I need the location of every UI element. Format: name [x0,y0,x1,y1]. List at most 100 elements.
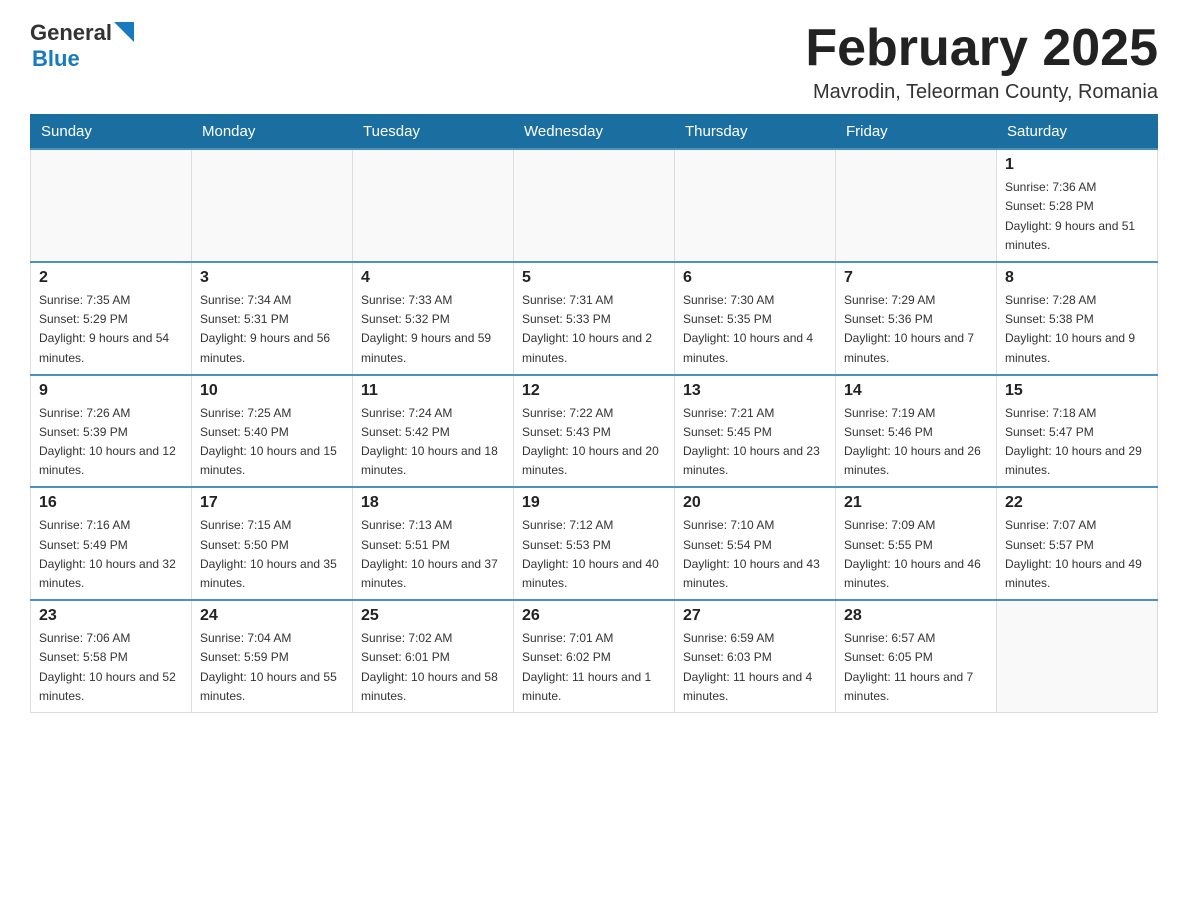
day-number: 14 [844,382,988,400]
calendar-cell: 11 Sunrise: 7:24 AM Sunset: 5:42 PM Dayli… [353,375,514,488]
day-info: Sunrise: 6:59 AM Sunset: 6:03 PM Dayligh… [683,629,827,706]
calendar-cell: 25 Sunrise: 7:02 AM Sunset: 6:01 PM Dayli… [353,600,514,712]
calendar-cell: 17 Sunrise: 7:15 AM Sunset: 5:50 PM Dayli… [192,487,353,600]
calendar-cell: 22 Sunrise: 7:07 AM Sunset: 5:57 PM Dayli… [997,487,1158,600]
calendar-cell: 24Sunrise: 7:04 AM Sunset: 5:59 PM Dayli… [192,600,353,712]
calendar-cell: 27 Sunrise: 6:59 AM Sunset: 6:03 PM Dayli… [675,600,836,712]
calendar-cell: 8 Sunrise: 7:28 AM Sunset: 5:38 PM Daylig… [997,262,1158,375]
calendar-subtitle: Mavrodin, Teleorman County, Romania [805,81,1158,104]
day-info: Sunrise: 7:18 AM Sunset: 5:47 PM Dayligh… [1005,404,1149,481]
calendar-cell: 26 Sunrise: 7:01 AM Sunset: 6:02 PM Dayli… [514,600,675,712]
day-info: Sunrise: 7:25 AM Sunset: 5:40 PM Dayligh… [200,404,344,481]
calendar-cell: 20Sunrise: 7:10 AM Sunset: 5:54 PM Dayli… [675,487,836,600]
day-info: Sunrise: 7:21 AM Sunset: 5:45 PM Dayligh… [683,404,827,481]
title-block: February 2025 Mavrodin, Teleorman County… [805,20,1158,104]
day-info: Sunrise: 7:12 AM Sunset: 5:53 PM Dayligh… [522,516,666,593]
day-info: Sunrise: 7:09 AM Sunset: 5:55 PM Dayligh… [844,516,988,593]
logo-arrow-icon [114,22,134,42]
day-info: Sunrise: 7:36 AM Sunset: 5:28 PM Dayligh… [1005,178,1149,255]
day-number: 5 [522,269,666,287]
calendar-cell [353,149,514,262]
day-number: 28 [844,607,988,625]
calendar-header-row: SundayMondayTuesdayWednesdayThursdayFrid… [31,115,1158,150]
day-info: Sunrise: 7:01 AM Sunset: 6:02 PM Dayligh… [522,629,666,706]
day-number: 8 [1005,269,1149,287]
day-number: 21 [844,494,988,512]
day-info: Sunrise: 7:28 AM Sunset: 5:38 PM Dayligh… [1005,291,1149,368]
day-info: Sunrise: 7:02 AM Sunset: 6:01 PM Dayligh… [361,629,505,706]
col-header-monday: Monday [192,115,353,150]
calendar-title: February 2025 [805,20,1158,77]
calendar-table: SundayMondayTuesdayWednesdayThursdayFrid… [30,114,1158,713]
calendar-week-row: 2Sunrise: 7:35 AM Sunset: 5:29 PM Daylig… [31,262,1158,375]
calendar-cell: 13 Sunrise: 7:21 AM Sunset: 5:45 PM Dayli… [675,375,836,488]
day-info: Sunrise: 7:07 AM Sunset: 5:57 PM Dayligh… [1005,516,1149,593]
calendar-week-row: 9 Sunrise: 7:26 AM Sunset: 5:39 PM Daylig… [31,375,1158,488]
day-number: 16 [39,494,183,512]
day-info: Sunrise: 7:15 AM Sunset: 5:50 PM Dayligh… [200,516,344,593]
day-number: 3 [200,269,344,287]
day-info: Sunrise: 7:24 AM Sunset: 5:42 PM Dayligh… [361,404,505,481]
calendar-cell: 14 Sunrise: 7:19 AM Sunset: 5:46 PM Dayli… [836,375,997,488]
day-info: Sunrise: 7:26 AM Sunset: 5:39 PM Dayligh… [39,404,183,481]
day-number: 7 [844,269,988,287]
day-number: 17 [200,494,344,512]
day-number: 25 [361,607,505,625]
day-number: 12 [522,382,666,400]
calendar-cell: 15 Sunrise: 7:18 AM Sunset: 5:47 PM Dayli… [997,375,1158,488]
calendar-cell: 3 Sunrise: 7:34 AM Sunset: 5:31 PM Daylig… [192,262,353,375]
day-info: Sunrise: 7:06 AM Sunset: 5:58 PM Dayligh… [39,629,183,706]
col-header-tuesday: Tuesday [353,115,514,150]
day-number: 2 [39,269,183,287]
calendar-cell: 16 Sunrise: 7:16 AM Sunset: 5:49 PM Dayli… [31,487,192,600]
calendar-cell: 7 Sunrise: 7:29 AM Sunset: 5:36 PM Daylig… [836,262,997,375]
day-number: 18 [361,494,505,512]
day-number: 11 [361,382,505,400]
logo-general-text: General [30,20,112,46]
col-header-friday: Friday [836,115,997,150]
day-number: 9 [39,382,183,400]
col-header-sunday: Sunday [31,115,192,150]
day-number: 23 [39,607,183,625]
calendar-cell: 6Sunrise: 7:30 AM Sunset: 5:35 PM Daylig… [675,262,836,375]
calendar-week-row: 23 Sunrise: 7:06 AM Sunset: 5:58 PM Dayli… [31,600,1158,712]
day-number: 19 [522,494,666,512]
logo-blue-text: Blue [32,46,80,72]
calendar-cell: 23 Sunrise: 7:06 AM Sunset: 5:58 PM Dayli… [31,600,192,712]
calendar-cell [997,600,1158,712]
calendar-cell: 9 Sunrise: 7:26 AM Sunset: 5:39 PM Daylig… [31,375,192,488]
day-number: 1 [1005,156,1149,174]
calendar-week-row: 1 Sunrise: 7:36 AM Sunset: 5:28 PM Daylig… [31,149,1158,262]
day-number: 27 [683,607,827,625]
day-info: Sunrise: 7:33 AM Sunset: 5:32 PM Dayligh… [361,291,505,368]
calendar-cell: 28 Sunrise: 6:57 AM Sunset: 6:05 PM Dayli… [836,600,997,712]
day-number: 15 [1005,382,1149,400]
page-header: General Blue February 2025 Mavrodin, Tel… [30,20,1158,104]
day-info: Sunrise: 7:16 AM Sunset: 5:49 PM Dayligh… [39,516,183,593]
logo: General Blue [30,20,134,72]
calendar-cell: 21 Sunrise: 7:09 AM Sunset: 5:55 PM Dayli… [836,487,997,600]
day-number: 20 [683,494,827,512]
calendar-week-row: 16 Sunrise: 7:16 AM Sunset: 5:49 PM Dayli… [31,487,1158,600]
day-info: Sunrise: 7:34 AM Sunset: 5:31 PM Dayligh… [200,291,344,368]
day-number: 22 [1005,494,1149,512]
day-info: Sunrise: 7:29 AM Sunset: 5:36 PM Dayligh… [844,291,988,368]
calendar-cell: 4 Sunrise: 7:33 AM Sunset: 5:32 PM Daylig… [353,262,514,375]
calendar-cell: 1 Sunrise: 7:36 AM Sunset: 5:28 PM Daylig… [997,149,1158,262]
calendar-cell [31,149,192,262]
calendar-cell [192,149,353,262]
day-number: 13 [683,382,827,400]
day-number: 26 [522,607,666,625]
col-header-saturday: Saturday [997,115,1158,150]
day-number: 4 [361,269,505,287]
day-info: Sunrise: 7:31 AM Sunset: 5:33 PM Dayligh… [522,291,666,368]
day-info: Sunrise: 6:57 AM Sunset: 6:05 PM Dayligh… [844,629,988,706]
day-info: Sunrise: 7:19 AM Sunset: 5:46 PM Dayligh… [844,404,988,481]
calendar-cell: 5 Sunrise: 7:31 AM Sunset: 5:33 PM Daylig… [514,262,675,375]
day-info: Sunrise: 7:22 AM Sunset: 5:43 PM Dayligh… [522,404,666,481]
calendar-cell: 10Sunrise: 7:25 AM Sunset: 5:40 PM Dayli… [192,375,353,488]
calendar-cell [836,149,997,262]
calendar-cell: 2Sunrise: 7:35 AM Sunset: 5:29 PM Daylig… [31,262,192,375]
day-info: Sunrise: 7:04 AM Sunset: 5:59 PM Dayligh… [200,629,344,706]
calendar-cell: 18Sunrise: 7:13 AM Sunset: 5:51 PM Dayli… [353,487,514,600]
